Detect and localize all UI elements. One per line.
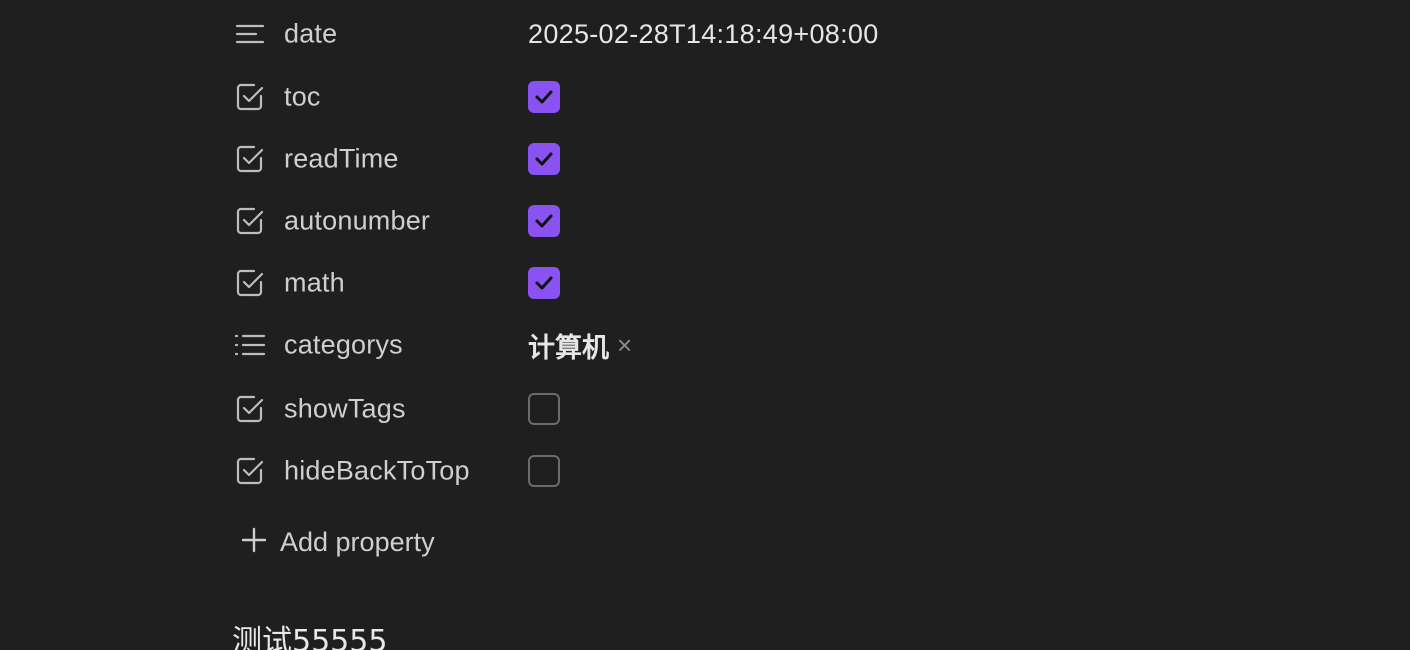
category-tag[interactable]: 计算机 ×	[528, 326, 632, 365]
property-row-hidebacktotop: hideBackToTop	[234, 449, 1134, 493]
property-key-hidebacktotop[interactable]: hideBackToTop	[284, 456, 470, 487]
hidebacktotop-checkbox[interactable]	[528, 455, 560, 487]
property-value-date[interactable]: 2025-02-28T14:18:49+08:00	[528, 16, 879, 52]
property-value-math	[528, 265, 560, 301]
property-row-categorys: categorys 计算机 ×	[234, 323, 1134, 367]
list-icon[interactable]	[234, 329, 266, 361]
property-value-showtags	[528, 391, 560, 427]
property-value-readtime	[528, 141, 560, 177]
readtime-checkbox[interactable]	[528, 143, 560, 175]
property-value-hidebacktotop	[528, 453, 560, 489]
checkbox-property-icon[interactable]	[234, 143, 266, 175]
property-key-autonumber[interactable]: autonumber	[284, 206, 430, 237]
property-row-readtime: readTime	[234, 137, 1134, 181]
showtags-checkbox[interactable]	[528, 393, 560, 425]
checkbox-property-icon[interactable]	[234, 455, 266, 487]
text-lines-icon[interactable]	[234, 18, 266, 50]
add-property-label: Add property	[280, 526, 435, 557]
checkbox-property-icon[interactable]	[234, 393, 266, 425]
checkbox-property-icon[interactable]	[234, 205, 266, 237]
add-property-button[interactable]: Add property	[240, 520, 435, 564]
date-value-text[interactable]: 2025-02-28T14:18:49+08:00	[528, 19, 879, 50]
toc-checkbox[interactable]	[528, 81, 560, 113]
property-key-date[interactable]: date	[284, 19, 337, 50]
property-key-showtags[interactable]: showTags	[284, 394, 406, 425]
property-row-math: math	[234, 261, 1134, 305]
plus-icon	[240, 526, 268, 559]
checkbox-property-icon[interactable]	[234, 267, 266, 299]
math-checkbox[interactable]	[528, 267, 560, 299]
autonumber-checkbox[interactable]	[528, 205, 560, 237]
property-row-toc: toc	[234, 75, 1134, 119]
property-row-autonumber: autonumber	[234, 199, 1134, 243]
property-row-date: date 2025-02-28T14:18:49+08:00	[234, 12, 1134, 56]
remove-tag-icon[interactable]: ×	[617, 332, 632, 358]
property-row-showtags: showTags	[234, 387, 1134, 431]
property-key-math[interactable]: math	[284, 268, 345, 299]
property-value-toc	[528, 79, 560, 115]
property-value-autonumber	[528, 203, 560, 239]
property-key-readtime[interactable]: readTime	[284, 144, 399, 175]
property-key-toc[interactable]: toc	[284, 82, 321, 113]
property-key-categorys[interactable]: categorys	[284, 330, 403, 361]
property-value-categorys[interactable]: 计算机 ×	[528, 326, 632, 365]
checkbox-property-icon[interactable]	[234, 81, 266, 113]
obsidian-properties-view: date 2025-02-28T14:18:49+08:00 toc readT…	[0, 0, 1410, 650]
category-tag-label: 计算机	[528, 332, 609, 364]
document-heading[interactable]: 测试55555	[232, 620, 387, 650]
